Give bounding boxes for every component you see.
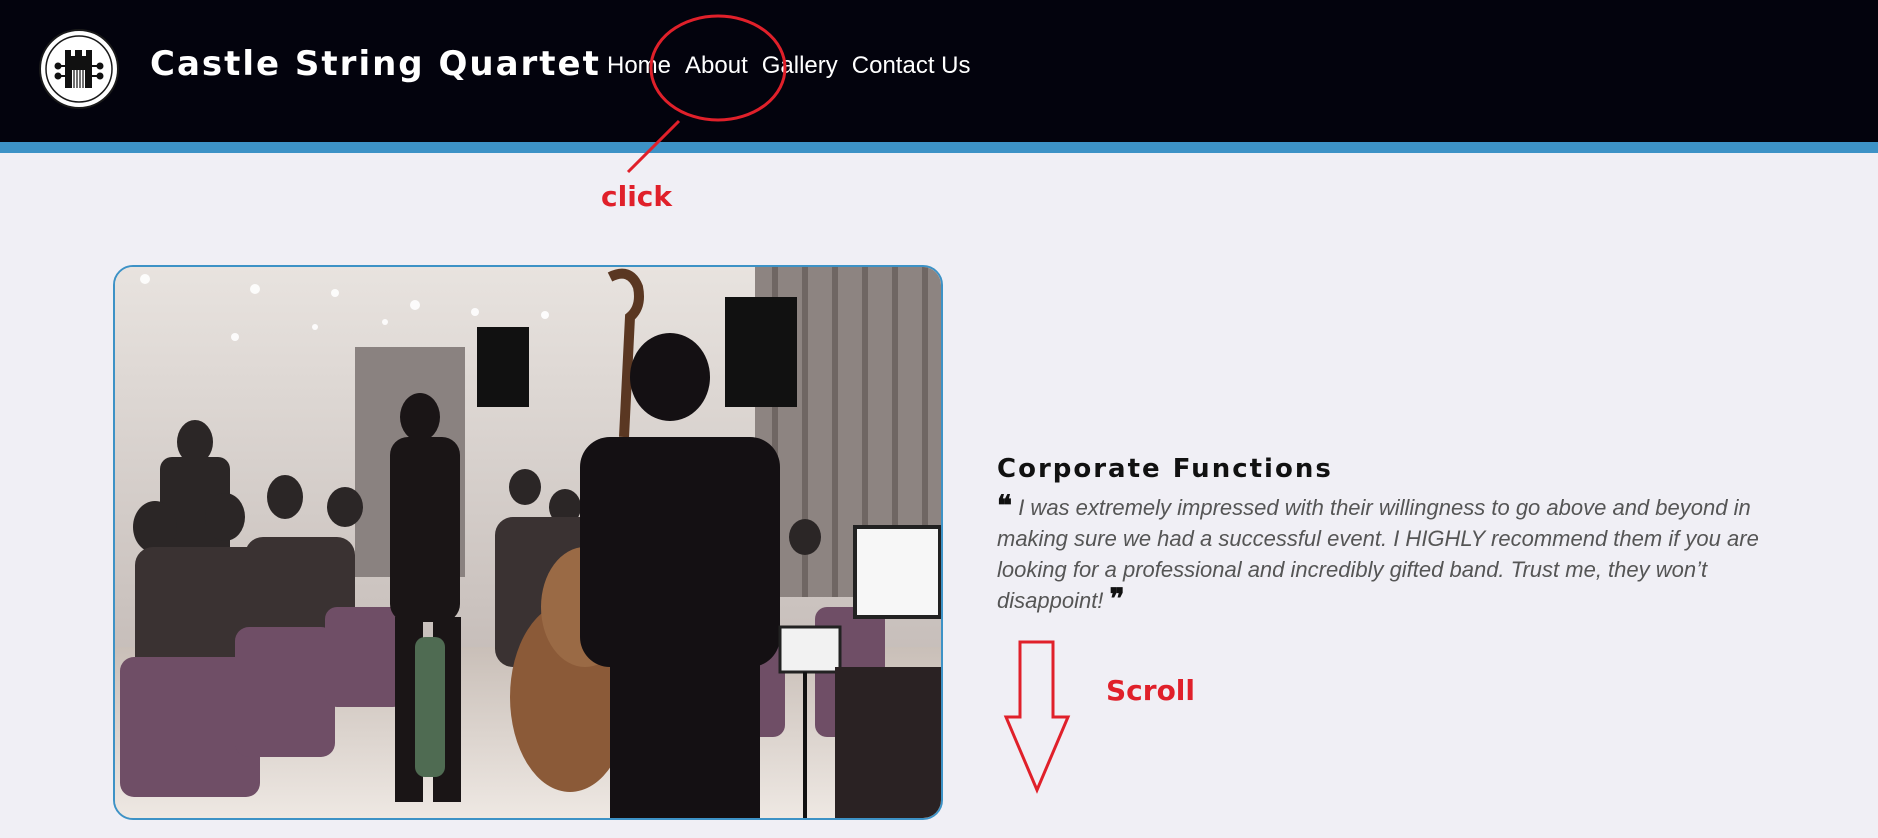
nav-contact-link[interactable]: Contact Us xyxy=(852,52,971,80)
site-header: Castle String Quartet Home About Gallery… xyxy=(0,0,1878,142)
banquet-performance-image xyxy=(115,267,941,818)
nav-home-link[interactable]: Home xyxy=(607,52,671,80)
hero-photo xyxy=(113,265,943,820)
nav-about-link[interactable]: About xyxy=(685,52,748,80)
nav-gallery-link[interactable]: Gallery xyxy=(762,52,838,80)
testimonial-block: Corporate Functions ❝ I was extremely im… xyxy=(997,454,1777,616)
testimonial-quote: ❝ I was extremely impressed with their w… xyxy=(997,492,1777,616)
click-annotation-label: click xyxy=(601,180,673,213)
site-brand-title[interactable]: Castle String Quartet xyxy=(150,44,601,84)
header-accent-bar xyxy=(0,142,1878,153)
close-quote-icon: ❞ xyxy=(1109,582,1125,615)
scroll-annotation-label: Scroll xyxy=(1106,674,1196,707)
open-quote-icon: ❝ xyxy=(997,489,1013,522)
main-nav: Home About Gallery Contact Us xyxy=(607,52,985,80)
castle-logo-icon[interactable] xyxy=(38,28,120,110)
testimonial-title: Corporate Functions xyxy=(997,454,1333,484)
scroll-down-arrow-icon xyxy=(1003,640,1071,794)
